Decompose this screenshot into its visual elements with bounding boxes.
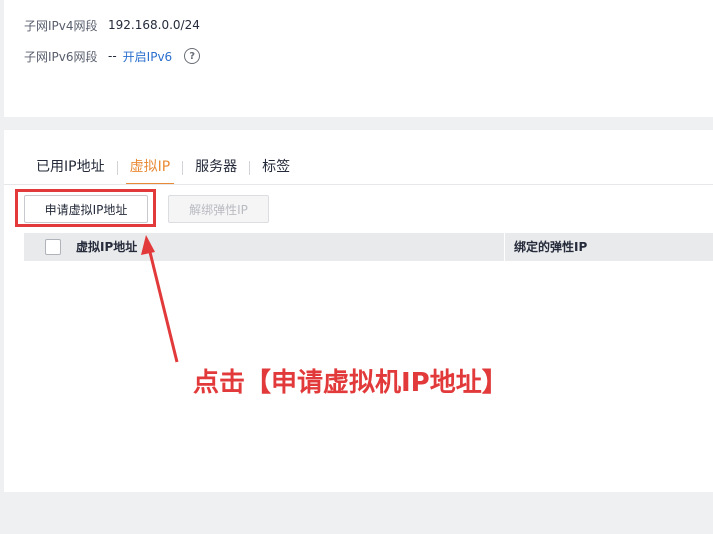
highlight-box — [15, 189, 156, 227]
tab-tags[interactable]: 标签 — [250, 156, 302, 184]
ipv4-value: 192.168.0.0/24 — [108, 18, 200, 32]
column-header-bound-eip: 绑定的弹性IP — [514, 240, 588, 254]
annotation-text: 点击【申请虚拟机IP地址】 — [193, 368, 508, 398]
select-all-checkbox[interactable] — [45, 239, 61, 255]
help-icon[interactable]: ? — [184, 48, 201, 64]
ipv6-label: 子网IPv6网段 — [24, 49, 98, 64]
tab-bar: 已用IP地址 虚拟IP 服务器 标签 — [24, 156, 302, 185]
table-header: 虚拟IP地址 绑定的弹性IP — [24, 233, 713, 261]
unbind-eip-button[interactable]: 解绑弹性IP — [168, 195, 269, 223]
tab-virtual-ip[interactable]: 虚拟IP — [118, 156, 183, 185]
ipv6-value: -- — [108, 49, 117, 63]
ipv4-label: 子网IPv4网段 — [24, 18, 98, 33]
enable-ipv6-link[interactable]: 开启IPv6 — [123, 48, 173, 65]
tab-underline — [4, 184, 713, 185]
column-divider — [504, 233, 505, 261]
ipv6-row: 子网IPv6网段 -- 开启IPv6 ? — [24, 46, 201, 66]
virtual-ip-panel: 已用IP地址 虚拟IP 服务器 标签 申请虚拟IP地址 解绑弹性IP 虚拟IP地… — [4, 130, 713, 492]
column-header-virtual-ip: 虚拟IP地址 — [76, 240, 138, 254]
tab-used-ip[interactable]: 已用IP地址 — [24, 156, 117, 184]
subnet-info-card: 子网IPv4网段 192.168.0.0/24 子网IPv6网段 -- 开启IP… — [4, 0, 713, 117]
ipv4-row: 子网IPv4网段 192.168.0.0/24 — [24, 15, 200, 35]
tab-servers[interactable]: 服务器 — [183, 156, 249, 184]
